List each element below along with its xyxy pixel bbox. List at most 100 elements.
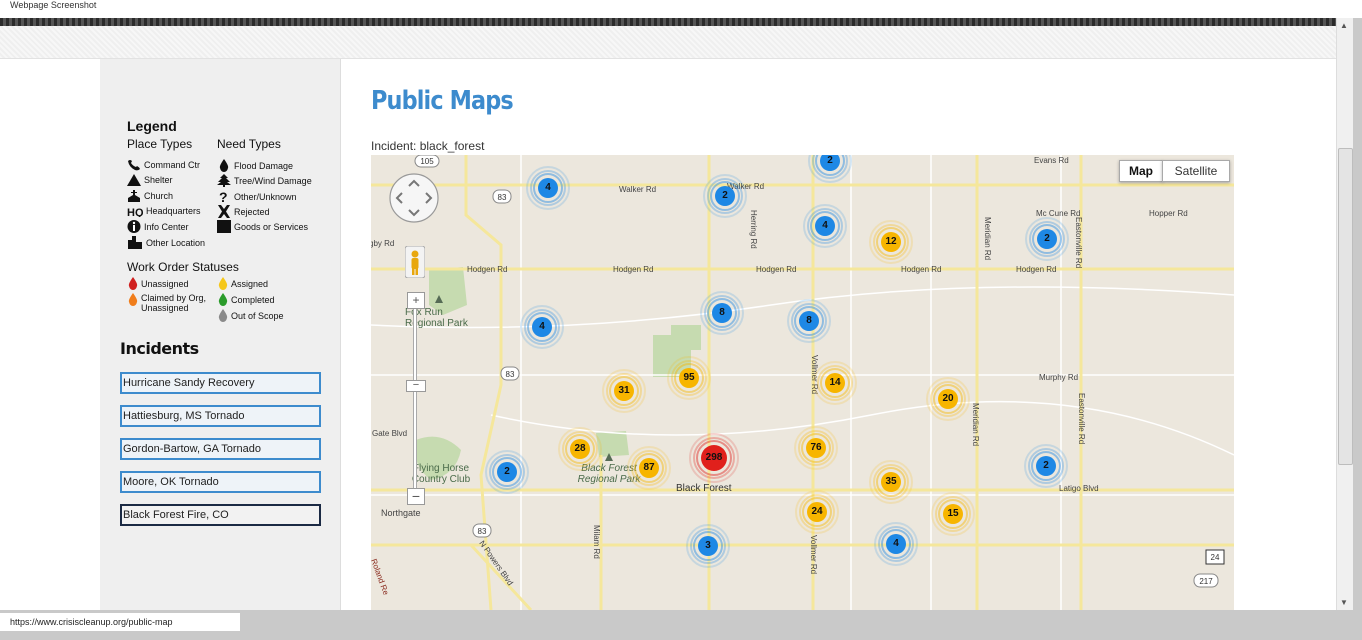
road-label: Meridian Rd bbox=[983, 217, 992, 260]
hq-icon: HQ bbox=[127, 207, 143, 217]
cluster-marker-blue[interactable]: 4 bbox=[868, 516, 924, 572]
cluster-marker-yellow[interactable]: 15 bbox=[925, 486, 981, 542]
cluster-marker-blue[interactable]: 2 bbox=[802, 155, 858, 189]
cluster-marker-blue[interactable]: 8 bbox=[781, 293, 837, 349]
cluster-count: 8 bbox=[719, 307, 725, 318]
window-title: Webpage Screenshot bbox=[0, 0, 1362, 18]
road-label: Murphy Rd bbox=[1039, 373, 1078, 382]
road-label: Gate Blvd bbox=[372, 429, 407, 438]
cluster-marker-blue[interactable]: 4 bbox=[514, 299, 570, 355]
cluster-marker-yellow[interactable]: 76 bbox=[788, 420, 844, 476]
legend-label: Goods or Services bbox=[234, 221, 309, 232]
legend-goods-services: Goods or Services bbox=[217, 220, 308, 233]
status-bar-url: https://www.crisiscleanup.org/public-map bbox=[0, 613, 240, 631]
cluster-marker-yellow[interactable]: 28 bbox=[552, 421, 608, 477]
cluster-count: 4 bbox=[893, 538, 899, 549]
incident-gordon-bartow[interactable]: Gordon-Bartow, GA Tornado bbox=[120, 438, 321, 460]
zoom-slider-handle[interactable]: − bbox=[406, 380, 426, 392]
road-label: Roland Re bbox=[371, 558, 391, 597]
legend-label: Info Center bbox=[144, 221, 189, 232]
incident-hurricane-sandy[interactable]: Hurricane Sandy Recovery bbox=[120, 372, 321, 394]
legend-status-assigned: Assigned bbox=[218, 277, 268, 290]
incident-moore[interactable]: Moore, OK Tornado bbox=[120, 471, 321, 493]
map-type-map-button[interactable]: Map bbox=[1119, 160, 1163, 182]
cluster-count: 76 bbox=[810, 442, 822, 453]
svg-text:?: ? bbox=[219, 190, 228, 203]
road-label: Evans Rd bbox=[1034, 156, 1069, 165]
road-label: Hodgen Rd bbox=[756, 265, 796, 274]
cluster-count: 14 bbox=[829, 377, 841, 388]
work-order-title: Work Order Statuses bbox=[127, 260, 239, 274]
top-stripe bbox=[0, 18, 1336, 26]
cluster-marker-yellow[interactable]: 31 bbox=[596, 363, 652, 419]
legend-status-completed: Completed bbox=[218, 293, 275, 306]
cluster-count: 3 bbox=[705, 540, 711, 551]
cluster-count: 2 bbox=[722, 190, 728, 201]
cluster-marker-blue[interactable]: 4 bbox=[520, 160, 576, 216]
cluster-marker-blue[interactable]: 2 bbox=[1018, 438, 1074, 494]
cluster-count: 8 bbox=[806, 315, 812, 326]
cluster-count: 2 bbox=[1043, 460, 1049, 471]
incident-black-forest[interactable]: Black Forest Fire, CO bbox=[120, 504, 321, 526]
legend-label: Other Location bbox=[146, 237, 206, 248]
route-shield-label: 83 bbox=[478, 527, 487, 536]
cluster-marker-yellow[interactable]: 87 bbox=[621, 440, 677, 496]
scrollbar[interactable]: ▲ ▼ bbox=[1336, 18, 1353, 610]
legend-status-out-of-scope: Out of Scope bbox=[218, 309, 284, 322]
phone-icon bbox=[128, 160, 140, 171]
route-shield-label: 24 bbox=[1211, 553, 1220, 562]
cluster-marker-yellow[interactable]: 20 bbox=[920, 371, 976, 427]
cluster-marker-blue[interactable]: 4 bbox=[797, 198, 853, 254]
cluster-marker-blue[interactable]: 2 bbox=[697, 168, 753, 224]
legend-rejected: Rejected bbox=[217, 205, 270, 218]
route-shield-label: 105 bbox=[420, 157, 434, 166]
incident-hattiesburg[interactable]: Hattiesburg, MS Tornado bbox=[120, 405, 321, 427]
cluster-marker-yellow[interactable]: 24 bbox=[789, 484, 845, 540]
scrollbar-thumb[interactable] bbox=[1338, 148, 1353, 465]
map-type-satellite-button[interactable]: Satellite bbox=[1162, 160, 1230, 182]
cluster-count: 28 bbox=[574, 443, 586, 454]
zoom-in-button[interactable]: + bbox=[407, 292, 425, 309]
legend-label: Flood Damage bbox=[234, 160, 294, 171]
page-title: Public Maps bbox=[371, 86, 514, 116]
cluster-marker-blue[interactable]: 8 bbox=[694, 285, 750, 341]
legend-label: Command Ctr bbox=[144, 160, 201, 170]
building-icon bbox=[128, 236, 142, 249]
cluster-marker-yellow[interactable]: 35 bbox=[863, 454, 919, 510]
need-types-title: Need Types bbox=[217, 137, 281, 151]
map[interactable]: Walker Rd Walker Rd Evans Rd Mc Cune Rd … bbox=[371, 155, 1234, 610]
cluster-marker-yellow[interactable]: 14 bbox=[807, 355, 863, 411]
gray-drop-icon bbox=[218, 309, 228, 322]
green-drop-icon bbox=[218, 293, 228, 306]
cluster-count: 35 bbox=[885, 476, 897, 487]
pan-control[interactable] bbox=[388, 172, 440, 224]
drop-icon bbox=[219, 159, 229, 172]
cluster-marker-blue[interactable]: 2 bbox=[479, 444, 535, 500]
cluster-marker-blue[interactable]: 3 bbox=[680, 518, 736, 574]
scroll-down-icon[interactable]: ▼ bbox=[1340, 598, 1348, 607]
legend-church: Church bbox=[127, 190, 173, 202]
cluster-count: 4 bbox=[822, 220, 828, 231]
legend-other-unknown: ? Other/Unknown bbox=[217, 190, 297, 203]
zoom-control bbox=[413, 300, 417, 498]
cluster-count: 87 bbox=[643, 462, 655, 473]
legend-title: Legend bbox=[127, 118, 177, 134]
cluster-marker-blue[interactable]: 2 bbox=[1019, 211, 1075, 267]
legend-flood-damage: Flood Damage bbox=[217, 159, 293, 172]
zoom-out-button[interactable]: − bbox=[407, 488, 425, 505]
cluster-marker-yellow[interactable]: 95 bbox=[661, 350, 717, 406]
pegman-icon[interactable] bbox=[405, 246, 425, 278]
orange-drop-icon bbox=[128, 293, 138, 306]
legend-status-unassigned: Unassigned bbox=[128, 277, 189, 290]
cluster-marker-red[interactable]: 298 bbox=[686, 430, 742, 486]
legend-other-location: Other Location bbox=[127, 236, 205, 249]
cluster-count: 2 bbox=[1044, 233, 1050, 244]
cluster-marker-yellow[interactable]: 12 bbox=[863, 214, 919, 270]
road-label: Eastonville Rd bbox=[1077, 393, 1086, 444]
cluster-count: 2 bbox=[827, 155, 833, 166]
scroll-up-icon[interactable]: ▲ bbox=[1340, 21, 1348, 30]
cluster-count: 31 bbox=[618, 385, 630, 396]
legend-label: Unassigned bbox=[141, 278, 189, 289]
legend-label: Out of Scope bbox=[231, 310, 284, 321]
road-label: Vollmer Rd bbox=[809, 535, 818, 574]
